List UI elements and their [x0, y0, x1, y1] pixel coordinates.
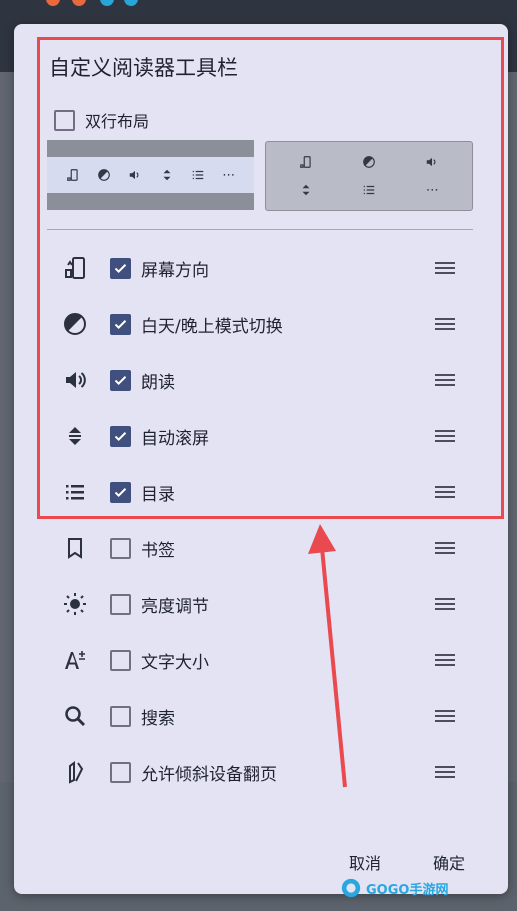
day-night-icon [97, 168, 111, 182]
toolbar-option-row[interactable]: 书签 [14, 520, 508, 576]
customize-toolbar-dialog: 自定义阅读器工具栏 双行布局 ⋯ ⋯ 屏幕方向白天/晚上模式切换 朗读自动滚屏目录… [14, 24, 508, 894]
drag-handle-icon[interactable] [435, 262, 455, 274]
drag-handle-icon[interactable] [435, 542, 455, 554]
auto-scroll-icon [274, 176, 337, 204]
status-dot [72, 0, 86, 6]
option-checkbox[interactable] [110, 425, 131, 447]
drag-handle-icon[interactable] [435, 766, 455, 778]
dual-row-checkbox[interactable] [54, 109, 75, 131]
option-label: 朗读 [141, 372, 175, 393]
auto-scroll-icon [160, 168, 174, 182]
option-label: 文字大小 [141, 652, 209, 673]
status-dot [46, 0, 60, 6]
list-icon [191, 168, 205, 182]
day-night-icon [337, 148, 400, 176]
dual-row-preview: ⋯ [265, 141, 473, 211]
confirm-button[interactable]: 确定 [433, 850, 465, 874]
option-label: 白天/晚上模式切换 [141, 316, 283, 337]
option-checkbox[interactable] [110, 761, 131, 783]
toolbar-option-row[interactable]: 允许倾斜设备翻页 [14, 744, 508, 800]
dialog-title: 自定义阅读器工具栏 [49, 56, 238, 80]
drag-handle-icon[interactable] [435, 486, 455, 498]
day-night-icon [61, 310, 89, 338]
drag-handle-icon[interactable] [435, 430, 455, 442]
more-icon: ⋯ [222, 167, 236, 183]
volume-icon [128, 168, 142, 182]
list-icon [337, 176, 400, 204]
screen-rotation-icon [274, 148, 337, 176]
drag-handle-icon[interactable] [435, 598, 455, 610]
status-dot [124, 0, 138, 6]
option-checkbox[interactable] [110, 257, 131, 279]
option-label: 允许倾斜设备翻页 [141, 764, 277, 785]
drag-handle-icon[interactable] [435, 654, 455, 666]
screen-rotation-icon [66, 168, 80, 182]
toolbar-option-row[interactable]: 朗读 [14, 352, 508, 408]
watermark-text: GOGO手游网 [366, 882, 449, 898]
text-size-icon [61, 646, 89, 674]
toolbar-option-row[interactable]: 自动滚屏 [14, 408, 508, 464]
toolbar-option-row[interactable]: 目录 [14, 464, 508, 520]
option-label: 屏幕方向 [141, 260, 209, 281]
option-label: 书签 [141, 540, 175, 561]
option-checkbox[interactable] [110, 593, 131, 615]
drag-handle-icon[interactable] [435, 374, 455, 386]
brightness-icon [61, 590, 89, 618]
watermark: GOGO手游网 [340, 877, 448, 899]
option-checkbox[interactable] [110, 313, 131, 335]
volume-icon [61, 366, 89, 394]
toolbar-option-row[interactable]: 搜索 [14, 688, 508, 744]
status-dot [100, 0, 114, 6]
option-checkbox[interactable] [110, 537, 131, 559]
drag-handle-icon[interactable] [435, 710, 455, 722]
watermark-logo-icon [341, 878, 361, 898]
option-label: 目录 [141, 484, 175, 505]
option-checkbox[interactable] [110, 481, 131, 503]
more-icon: ⋯ [425, 182, 439, 198]
bookmark-icon [61, 534, 89, 562]
toolbar-option-row[interactable]: 屏幕方向 [14, 240, 508, 296]
volume-icon [401, 148, 464, 176]
dual-row-option[interactable]: 双行布局 [54, 108, 149, 132]
dual-row-label: 双行布局 [85, 112, 150, 131]
toolbar-option-row[interactable]: 文字大小 [14, 632, 508, 688]
screen-rotation-icon [61, 254, 89, 282]
drag-handle-icon[interactable] [435, 318, 455, 330]
tilt-page-icon [61, 758, 89, 786]
option-label: 自动滚屏 [141, 428, 209, 449]
list-icon [61, 478, 89, 506]
option-label: 亮度调节 [141, 596, 209, 617]
search-icon [61, 702, 89, 730]
divider [47, 229, 473, 230]
option-label: 搜索 [141, 708, 175, 729]
auto-scroll-icon [61, 422, 89, 450]
cancel-button[interactable]: 取消 [349, 850, 381, 874]
option-checkbox[interactable] [110, 369, 131, 391]
toolbar-option-row[interactable]: 亮度调节 [14, 576, 508, 632]
option-checkbox[interactable] [110, 705, 131, 727]
option-checkbox[interactable] [110, 649, 131, 671]
toolbar-option-row[interactable]: 白天/晚上模式切换 [14, 296, 508, 352]
single-row-preview: ⋯ [47, 140, 254, 210]
